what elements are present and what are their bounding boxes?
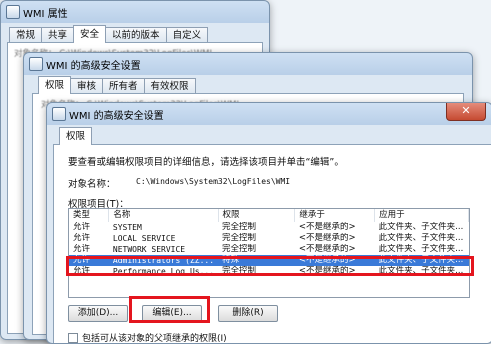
cell-permission: 完全控制 xyxy=(222,244,257,254)
cell-type: 允许 xyxy=(73,244,91,254)
remove-button[interactable]: 删除(R) xyxy=(218,305,278,322)
cell-applies-to: 此文件夹、子文件夹... xyxy=(378,244,464,254)
cell-permission: 完全控制 xyxy=(222,233,257,243)
inherit-checkbox[interactable] xyxy=(68,333,78,343)
table-row[interactable]: 允许 NETWORK SERVICE 完全控制 <不是继承的> 此文件夹、子文件… xyxy=(69,244,469,255)
advanced-security-window: WMI 的高级安全设置 ✕ 权限 要查看或编辑权限项目的详细信息，请选择该项目并… xyxy=(46,102,491,344)
cell-name: SYSTEM xyxy=(112,223,142,232)
close-button[interactable]: ✕ xyxy=(446,103,486,121)
cell-inherited-from: <不是继承的> xyxy=(298,222,356,232)
cell-type: 允许 xyxy=(73,222,91,232)
tab-security[interactable]: 安全 xyxy=(73,25,107,43)
add-button[interactable]: 添加(D)... xyxy=(68,305,128,322)
column-inherited-from[interactable]: 继承于 xyxy=(294,209,376,222)
tab-effective-permissions[interactable]: 有效权限 xyxy=(143,78,196,94)
edit-button-highlight xyxy=(129,296,210,323)
tab-sharing[interactable]: 共享 xyxy=(41,27,75,43)
tab-owner[interactable]: 所有者 xyxy=(102,78,145,94)
folder-icon xyxy=(52,107,66,121)
cell-inherited-from: <不是继承的> xyxy=(298,233,356,243)
column-name[interactable]: 名称 xyxy=(108,209,219,222)
window-title: WMI 的高级安全设置 xyxy=(46,61,141,72)
cell-permission: 完全控制 xyxy=(222,222,257,232)
table-row[interactable]: 允许 LOCAL SERVICE 完全控制 <不是继承的> 此文件夹、子文件夹.… xyxy=(69,233,469,244)
cell-applies-to: 此文件夹、子文件夹... xyxy=(378,233,464,243)
properties-tabs: 常规 共享 安全 以前的版本 自定义 xyxy=(9,25,209,43)
object-name-label: 对象名称： xyxy=(68,179,116,190)
cell-name: NETWORK SERVICE xyxy=(112,245,186,254)
object-path: C:\Windows\System32\LogFiles\WMI xyxy=(136,177,291,186)
tab-auditing[interactable]: 审核 xyxy=(70,78,104,94)
folder-icon xyxy=(29,57,43,71)
cell-name: LOCAL SERVICE xyxy=(112,234,176,243)
permission-entries-list[interactable]: 类型 名称 权限 继承于 应用于 允许 SYSTEM 完全控制 <不是继承的> … xyxy=(68,208,470,298)
window-title: WMI 属性 xyxy=(23,9,68,20)
tab-general[interactable]: 常规 xyxy=(9,27,43,43)
tab-permissions[interactable]: 权限 xyxy=(38,76,72,94)
tab-previous-versions[interactable]: 以前的版本 xyxy=(105,27,167,43)
advanced-tabs: 权限 审核 所有者 有效权限 xyxy=(38,76,196,94)
cell-inherited-from: <不是继承的> xyxy=(298,244,356,254)
selected-row-highlight xyxy=(66,256,474,276)
window-title: WMI 的高级安全设置 xyxy=(69,111,164,122)
cell-type: 允许 xyxy=(73,233,91,243)
column-type[interactable]: 类型 xyxy=(69,209,110,222)
advanced-tabs: 权限 xyxy=(59,127,93,145)
column-permission[interactable]: 权限 xyxy=(218,209,296,222)
cell-applies-to: 此文件夹、子文件夹... xyxy=(378,222,464,232)
tab-customize[interactable]: 自定义 xyxy=(165,27,209,43)
table-row[interactable]: 允许 SYSTEM 完全控制 <不是继承的> 此文件夹、子文件夹... xyxy=(69,222,469,233)
permissions-panel: 要查看或编辑权限项目的详细信息，请选择该项目并单击“编辑”。 对象名称： C:\… xyxy=(53,144,491,343)
tab-permissions[interactable]: 权限 xyxy=(59,127,93,145)
column-applies-to[interactable]: 应用于 xyxy=(374,209,469,222)
table-header: 类型 名称 权限 继承于 应用于 xyxy=(69,209,469,222)
instructions-text: 要查看或编辑权限项目的详细信息，请选择该项目并单击“编辑”。 xyxy=(68,157,344,168)
folder-icon xyxy=(6,5,20,19)
